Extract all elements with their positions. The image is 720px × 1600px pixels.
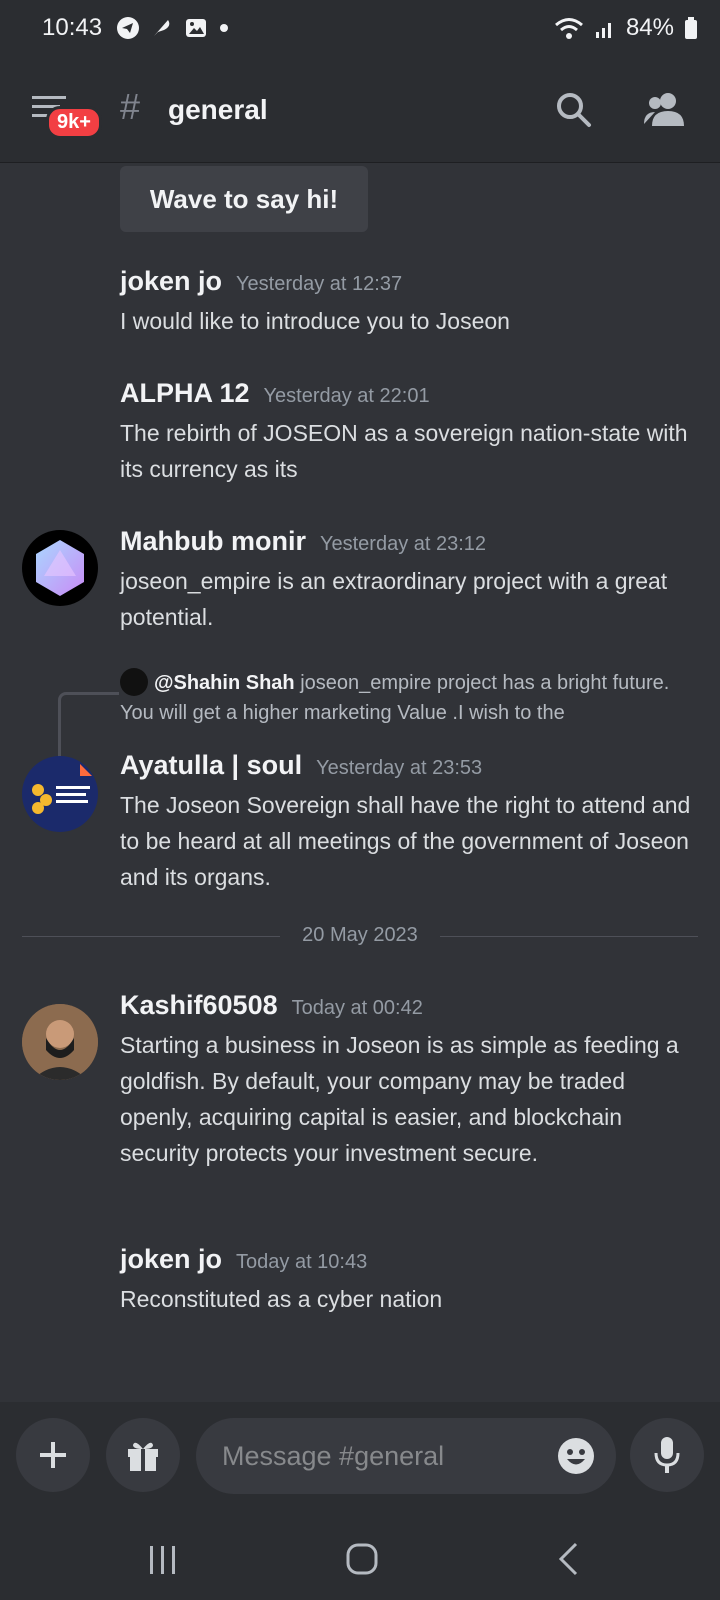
message: Kashif60508 Today at 00:42 Starting a bu…	[120, 990, 700, 1171]
message-timestamp: Today at 00:42	[291, 997, 423, 1019]
message-composer: Message #general	[0, 1402, 720, 1520]
members-icon[interactable]	[642, 90, 686, 130]
message-list[interactable]: Wave to say hi! joken jo Yesterday at 12…	[0, 162, 720, 1402]
message-timestamp: Yesterday at 23:53	[316, 757, 483, 779]
battery-icon	[685, 17, 697, 39]
message-timestamp: Yesterday at 22:01	[263, 385, 430, 407]
search-icon[interactable]	[554, 90, 594, 130]
server-menu-button[interactable]: 9k+	[32, 94, 102, 139]
reply-preview[interactable]: @Shahin Shah joseon_empire project has a…	[120, 667, 680, 728]
back-icon[interactable]	[556, 1542, 580, 1576]
hexagon-avatar-icon	[36, 540, 84, 596]
message-text: The rebirth of JOSEON as a sovereign nat…	[120, 420, 688, 482]
emoji-icon[interactable]	[556, 1436, 596, 1476]
wifi-icon	[554, 18, 583, 39]
avatar[interactable]	[22, 1004, 98, 1080]
dot-icon	[220, 24, 228, 32]
message: joken jo Yesterday at 12:37 I would like…	[120, 266, 700, 339]
message-timestamp: Today at 10:43	[236, 1251, 368, 1273]
gift-button[interactable]	[106, 1418, 180, 1492]
message-text: The Joseon Sovereign shall have the righ…	[120, 792, 691, 890]
message-author[interactable]: Mahbub monir	[120, 526, 306, 557]
system-nav-bar	[0, 1520, 720, 1600]
status-bar: 10:43 84%	[0, 0, 720, 60]
message-text: I would like to introduce you to Joseon	[120, 308, 510, 334]
gift-icon	[128, 1442, 158, 1471]
reply-avatar	[120, 667, 148, 696]
message-author[interactable]: Kashif60508	[120, 990, 278, 1021]
message-timestamp: Yesterday at 23:12	[319, 533, 487, 555]
message-author[interactable]: Ayatulla | soul	[120, 750, 302, 781]
message-author[interactable]: ALPHA 12	[120, 378, 250, 409]
message: joken jo Today at 10:43 Reconstituted as…	[120, 1244, 700, 1317]
message-text: Starting a business in Joseon is as simp…	[120, 1032, 679, 1166]
date-divider: 20 May 2023	[22, 924, 698, 946]
battery-percent: 84%	[625, 14, 674, 41]
message-timestamp: Yesterday at 12:37	[236, 273, 403, 295]
message: ALPHA 12 Yesterday at 22:01 The rebirth …	[120, 378, 700, 487]
message-text: joseon_empire is an extraordinary projec…	[120, 568, 668, 630]
status-time: 10:43	[42, 14, 103, 41]
image-icon	[186, 19, 206, 37]
reply-author: @Shahin Shah	[154, 672, 295, 694]
avatar[interactable]	[22, 530, 98, 606]
notification-icons	[116, 16, 230, 40]
message-text: Reconstituted as a cyber nation	[120, 1286, 443, 1312]
coins-avatar-icon	[32, 764, 92, 814]
reply-connector	[58, 692, 119, 757]
feather-icon	[154, 20, 170, 36]
message: Mahbub monir Yesterday at 23:12 joseon_e…	[120, 526, 700, 635]
channel-title[interactable]: general	[168, 94, 268, 126]
recent-apps-icon[interactable]	[148, 1544, 178, 1576]
signal-icon	[595, 23, 611, 38]
avatar[interactable]	[22, 756, 98, 832]
message: Ayatulla | soul Yesterday at 23:53 The J…	[120, 750, 700, 895]
message-input[interactable]: Message #general	[196, 1418, 616, 1494]
message-author[interactable]: joken jo	[120, 266, 222, 297]
unread-badge: 9k+	[46, 106, 102, 139]
date-divider-label: 20 May 2023	[302, 924, 418, 946]
user-photo-avatar-icon	[22, 1004, 98, 1080]
add-attachment-button[interactable]	[16, 1418, 90, 1492]
wave-button[interactable]: Wave to say hi!	[120, 166, 368, 232]
channel-header: 9k+ # general	[0, 60, 720, 163]
message-author[interactable]: joken jo	[120, 1244, 222, 1275]
voice-message-button[interactable]	[630, 1418, 704, 1492]
home-icon[interactable]	[346, 1542, 378, 1576]
microphone-icon	[654, 1437, 680, 1473]
telegram-icon	[117, 17, 139, 39]
plus-icon	[40, 1442, 66, 1468]
system-icons: 84%	[554, 14, 698, 42]
hash-icon: #	[120, 86, 141, 127]
